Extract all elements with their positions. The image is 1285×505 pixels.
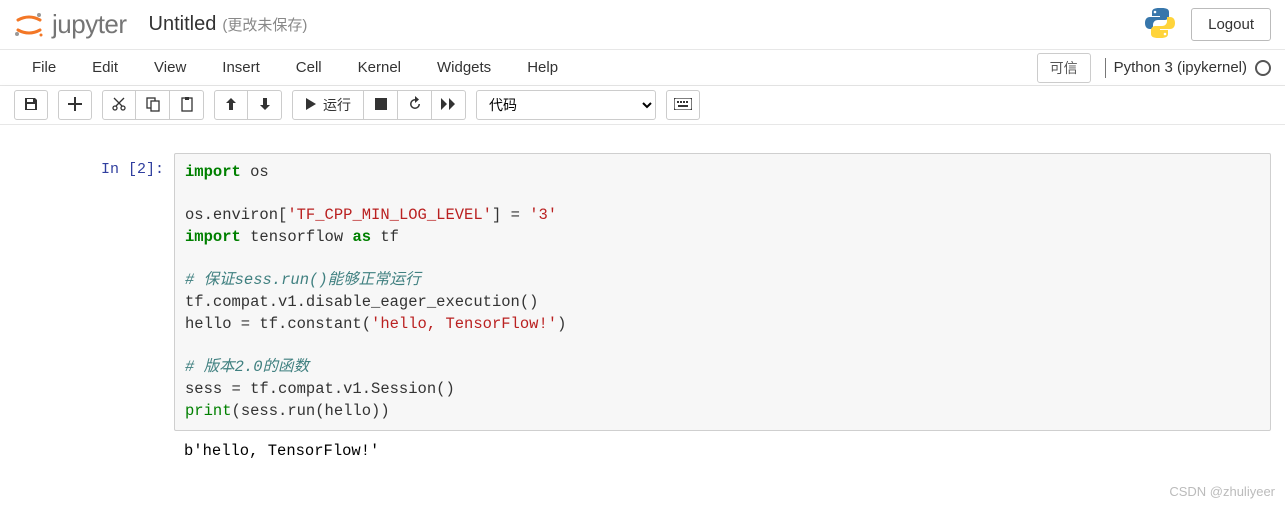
copy-icon [145,96,161,115]
trusted-button[interactable]: 可信 [1037,53,1091,83]
cell-output: b'hello, TensorFlow!' [174,431,1271,463]
kernel-name[interactable]: Python 3 (ipykernel) [1114,59,1247,76]
watermark: CSDN @zhuliyeer [1169,484,1275,499]
fast-forward-icon [441,97,457,113]
python-logo-icon [1143,6,1177,43]
code-input-area[interactable]: import os os.environ['TF_CPP_MIN_LOG_LEV… [174,153,1271,431]
command-palette-button[interactable] [666,90,700,120]
input-prompt: In [2]: [14,153,174,463]
arrow-down-icon [258,97,272,114]
logout-button[interactable]: Logout [1191,8,1271,41]
run-label: 运行 [323,95,351,115]
paste-button[interactable] [170,90,204,120]
menu-bar: File Edit View Insert Cell Kernel Widget… [0,50,1285,86]
save-icon [23,96,39,115]
plus-icon [68,97,82,114]
restart-run-all-button[interactable] [432,90,466,120]
menu-insert[interactable]: Insert [204,51,278,84]
toolbar: 运行 代码 [0,86,1285,125]
run-button[interactable]: 运行 [292,90,364,120]
code-cell[interactable]: In [2]: import os os.environ['TF_CPP_MIN… [14,153,1271,463]
prompt-in: In [101,161,128,178]
notebook-container: In [2]: import os os.environ['TF_CPP_MIN… [0,125,1285,493]
refresh-icon [407,96,423,115]
scissors-icon [111,96,127,115]
play-icon [305,97,317,113]
cut-button[interactable] [102,90,136,120]
menu-edit[interactable]: Edit [74,51,136,84]
add-cell-button[interactable] [58,90,92,120]
code-editor[interactable]: import os os.environ['TF_CPP_MIN_LOG_LEV… [185,162,1260,422]
menu-help[interactable]: Help [509,51,576,84]
notebook-title[interactable]: Untitled [149,13,217,36]
interrupt-button[interactable] [364,90,398,120]
menu-widgets[interactable]: Widgets [419,51,509,84]
cell-type-select[interactable]: 代码 [476,90,656,120]
paste-icon [179,96,195,115]
arrow-up-icon [224,97,238,114]
logo-area[interactable]: jupyter [14,9,127,40]
jupyter-logo-text: jupyter [52,9,127,40]
menu-file[interactable]: File [14,51,74,84]
kernel-idle-icon [1255,60,1271,76]
menu-kernel[interactable]: Kernel [340,51,419,84]
move-down-button[interactable] [248,90,282,120]
keyboard-icon [674,97,692,113]
app-header: jupyter Untitled (更改未保存) Logout [0,0,1285,50]
menu-cell[interactable]: Cell [278,51,340,84]
prompt-num: [2]: [128,161,164,178]
move-up-button[interactable] [214,90,248,120]
cell-body: import os os.environ['TF_CPP_MIN_LOG_LEV… [174,153,1271,463]
restart-button[interactable] [398,90,432,120]
kernel-divider [1105,58,1106,78]
menu-view[interactable]: View [136,51,204,84]
stop-icon [375,97,387,113]
autosave-status: (更改未保存) [222,14,307,35]
jupyter-logo-icon [14,12,44,38]
copy-button[interactable] [136,90,170,120]
save-button[interactable] [14,90,48,120]
